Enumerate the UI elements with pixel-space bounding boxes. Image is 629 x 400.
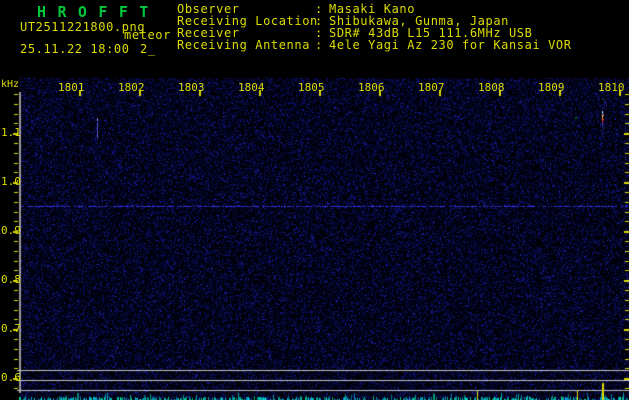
freq-tick-label: 1.0: [1, 175, 21, 188]
time-tick-label: 1808: [478, 81, 505, 94]
date-time: 25.11.22 18:00: [20, 42, 130, 56]
time-tick-label: 1810: [598, 81, 625, 94]
freq-tick-label: 0.9: [1, 224, 21, 237]
counter: 2_: [140, 42, 156, 56]
time-tick-label: 1804: [238, 81, 265, 94]
app-title: H R O F F T: [37, 3, 150, 21]
info-sep: :: [315, 38, 323, 52]
time-tick-label: 1807: [418, 81, 445, 94]
y-axis-unit-label: kHz: [1, 79, 20, 90]
freq-tick-label: 1.1: [1, 126, 21, 139]
hrofft-screen: { "header": { "app_title": "H R O F F T"…: [0, 0, 629, 400]
spectrogram-canvas: [0, 0, 629, 400]
time-tick-label: 1809: [538, 81, 565, 94]
time-tick-label: 1805: [298, 81, 325, 94]
time-tick-label: 1801: [58, 81, 85, 94]
time-tick-label: 1806: [358, 81, 385, 94]
freq-tick-label: 0.6: [1, 371, 21, 384]
freq-tick-label: 0.8: [1, 273, 21, 286]
info-label-antenna: Receiving Antenna: [177, 38, 311, 52]
freq-tick-label: 0.7: [1, 322, 21, 335]
time-tick-label: 1803: [178, 81, 205, 94]
overlay-label: meteor: [124, 28, 171, 42]
info-value-antenna: 4ele Yagi Az 230 for Kansai VOR: [329, 38, 572, 52]
time-tick-label: 1802: [118, 81, 145, 94]
